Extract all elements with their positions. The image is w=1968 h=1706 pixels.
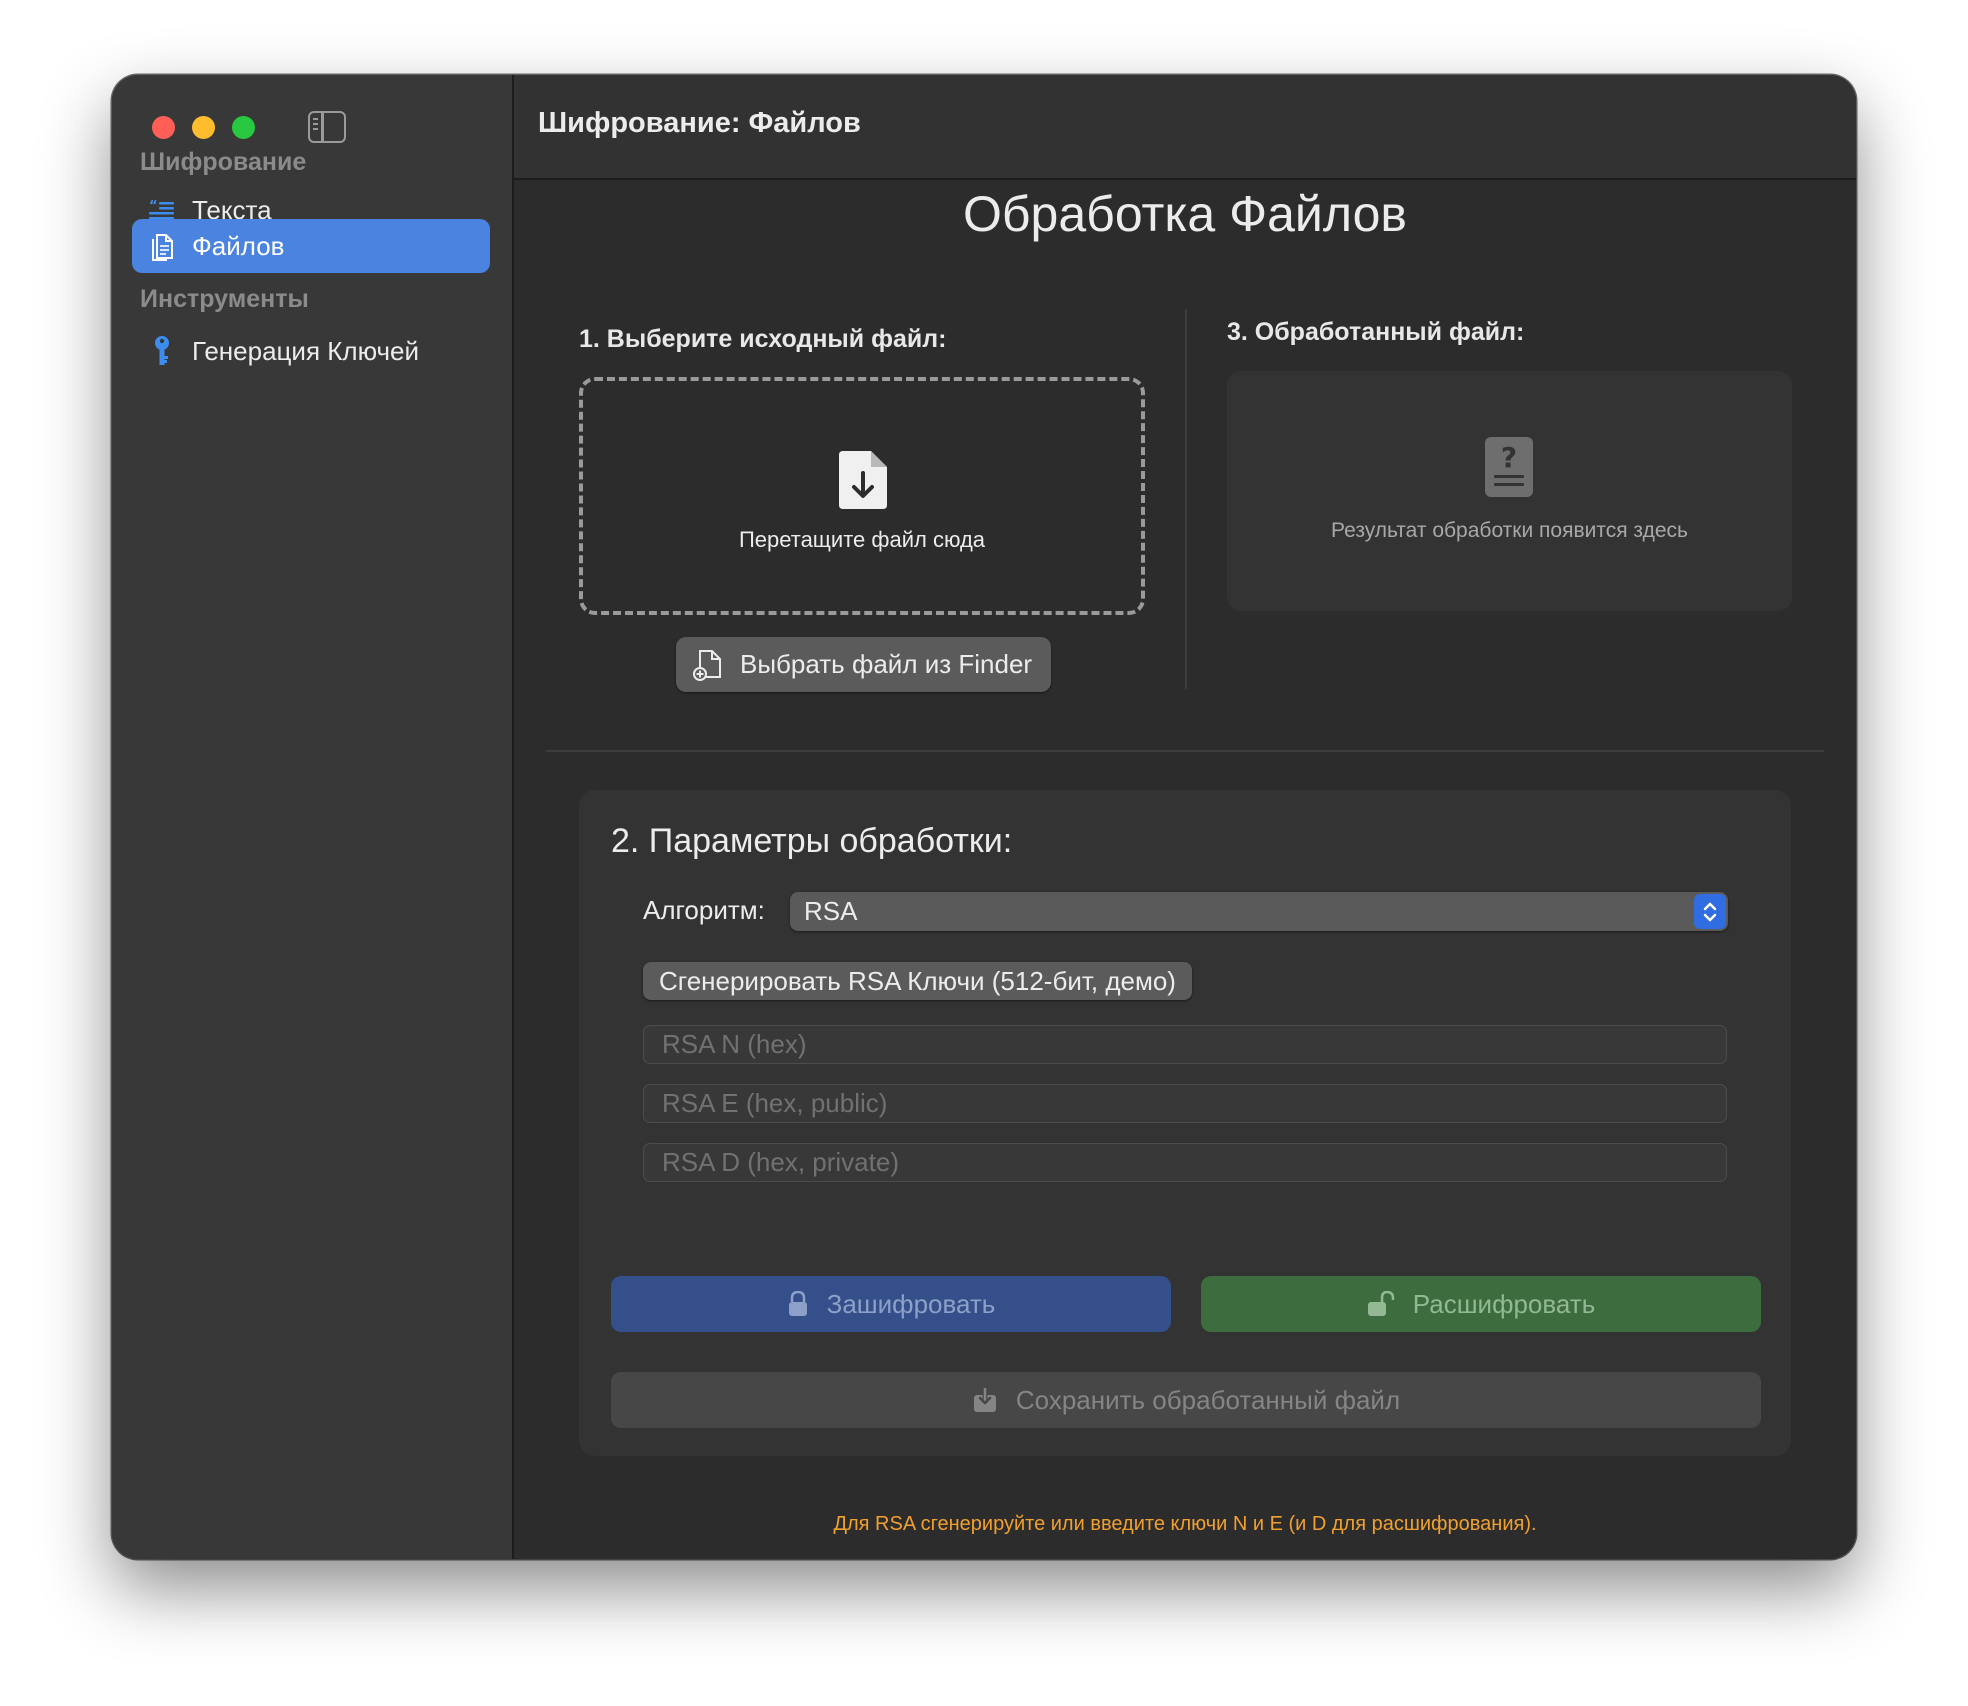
unlock-icon [1367,1290,1395,1317]
save-processed-file-label: Сохранить обработанный файл [1015,1384,1401,1415]
encrypt-button[interactable]: Зашифровать [611,1276,1171,1332]
horizontal-divider [546,750,1824,752]
minimize-window-button[interactable] [192,116,215,139]
encrypt-label: Зашифровать [826,1288,996,1319]
rsa-d-field[interactable] [643,1143,1727,1182]
tray-download-icon [972,1387,998,1413]
sidebar-section-tools: Инструменты [140,285,309,313]
documents-icon [148,232,176,261]
close-window-button[interactable] [152,116,175,139]
choose-file-label: Выбрать файл из Finder [740,649,1033,679]
rsa-hint-text: Для RSA сгенерируйте или введите ключи N… [833,1513,1537,1535]
sidebar-section-encryption: Шифрование [140,148,307,176]
result-panel: ? Результат обработки появится здесь [1227,371,1792,611]
save-processed-file-button[interactable]: Сохранить обработанный файл [611,1372,1761,1428]
svg-text:?: ? [1501,441,1517,474]
doc-question-icon: ? [1483,435,1535,499]
rsa-e-field[interactable] [643,1084,1727,1123]
decrypt-label: Расшифровать [1412,1288,1596,1319]
algorithm-value: RSA [804,896,858,926]
window-title: Шифрование: Файлов [538,107,861,139]
sidebar-toggle-icon[interactable] [308,111,346,143]
sidebar: Шифрование “ Текста Файлов Инструменты Г… [112,75,514,1559]
chevron-up-down-icon [1694,894,1726,929]
lock-icon [787,1290,809,1317]
titlebar: Шифрование: Файлов [514,75,1856,180]
doc-add-icon [692,648,724,682]
parameters-panel: 2. Параметры обработки: Алгоритм: RSA Сг… [579,790,1791,1456]
algorithm-select[interactable]: RSA [790,892,1728,931]
drop-zone-text: Перетащите файл сюда [738,527,986,552]
decrypt-button[interactable]: Расшифровать [1201,1276,1761,1332]
doc-download-icon [837,447,891,513]
main-content: Шифрование: Файлов Обработка Файлов 1. В… [514,75,1856,1559]
key-icon [148,336,176,365]
sidebar-item-label: Файлов [192,230,285,261]
app-window: Шифрование “ Текста Файлов Инструменты Г… [112,75,1856,1559]
parameters-title: 2. Параметры обработки: [611,822,1013,860]
result-placeholder-text: Результат обработки появится здесь [1331,519,1688,542]
algorithm-label: Алгоритм: [643,895,765,925]
sidebar-item-label: Генерация Ключей [192,335,420,366]
generate-rsa-keys-label: Сгенерировать RSA Ключи (512-бит, демо) [659,965,1176,996]
source-heading: 1. Выберите исходный файл: [579,325,947,353]
zoom-window-button[interactable] [232,116,255,139]
page-title: Обработка Файлов [963,186,1407,242]
sidebar-item-key-generation[interactable]: Генерация Ключей [132,324,490,378]
svg-text:“: “ [149,199,158,214]
vertical-divider [1185,309,1187,689]
result-heading: 3. Обработанный файл: [1227,318,1525,346]
choose-file-finder-button[interactable]: Выбрать файл из Finder [676,637,1051,692]
file-drop-zone[interactable]: Перетащите файл сюда [579,377,1145,615]
rsa-n-field[interactable] [643,1025,1727,1064]
generate-rsa-keys-button[interactable]: Сгенерировать RSA Ключи (512-бит, демо) [643,962,1192,1000]
sidebar-item-files[interactable]: Файлов [132,219,490,273]
